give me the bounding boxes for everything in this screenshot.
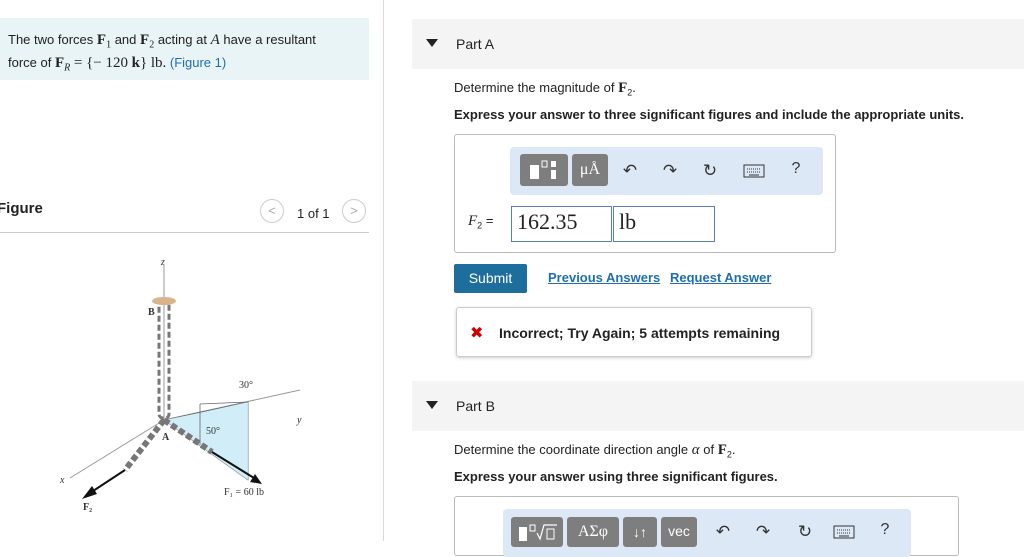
force-fr-symbol: F <box>54 54 65 71</box>
f2-label: F₂ <box>83 502 92 513</box>
question-var: F <box>618 80 628 96</box>
point-a-label: A <box>162 432 170 443</box>
chain-diagonal <box>122 418 167 472</box>
part-a-question: Determine the magnitude of F2. <box>454 80 636 98</box>
part-b-toolbar: ΑΣφ ↓↑ vec ↶ ↷ ↻ ? <box>503 509 911 557</box>
problem-text: acting at <box>157 32 207 47</box>
part-b-header[interactable]: Part B <box>412 381 1024 431</box>
part-a-label: Part A <box>456 36 495 52</box>
force-f1-symbol: F <box>96 32 107 48</box>
force-f2-arrow <box>89 469 126 494</box>
shaded-plane-light <box>164 402 248 480</box>
problem-text: and <box>114 32 137 47</box>
part-a-header[interactable]: Part A <box>412 19 1024 69</box>
input-var: F <box>468 213 478 229</box>
greek-button[interactable]: ΑΣφ <box>567 517 619 547</box>
force-f2-symbol: F <box>140 32 150 48</box>
figure-prev-button[interactable]: < <box>260 199 284 223</box>
feedback-text: Incorrect; Try Again; 5 attempts remaini… <box>499 325 781 341</box>
arrowhead-icon <box>82 486 97 499</box>
units-button[interactable]: μÅ <box>572 154 608 186</box>
angle-50-label: 50° <box>206 426 220 437</box>
error-x-icon: ✖ <box>470 325 484 342</box>
question-end: . <box>731 442 736 457</box>
part-b-answer-card: ΑΣφ ↓↑ vec ↶ ↷ ↻ ? <box>454 496 959 557</box>
angle-30-label: 30° <box>239 380 253 391</box>
equation-close: } <box>139 54 148 71</box>
alpha-symbol: α <box>691 442 700 458</box>
help-icon[interactable]: ? <box>877 521 893 539</box>
point-a-symbol: A <box>210 32 220 48</box>
subscript-button[interactable]: ↓↑ <box>623 517 657 547</box>
question-text: Determine the coordinate direction angle <box>454 442 689 457</box>
problem-text: have a resultant <box>223 32 316 47</box>
request-answer-link[interactable]: Request Answer <box>670 270 771 285</box>
magnitude-unit-input[interactable]: lb <box>613 206 715 242</box>
input-label: F2 = <box>468 213 493 231</box>
problem-text: The two forces <box>8 32 94 47</box>
part-b-instruction: Express your answer using three signific… <box>454 469 778 484</box>
ceiling-anchor <box>152 297 176 305</box>
figure-link[interactable]: (Figure 1) <box>170 55 226 70</box>
f1-label: F₁ = 60 lb <box>224 487 264 498</box>
vector-button[interactable]: vec <box>661 517 697 547</box>
part-a-answer-card: μÅ ↶ ↷ ↻ ? F2 = 162.35 lb <box>454 134 836 253</box>
undo-icon[interactable]: ↶ <box>713 522 733 542</box>
unit-label: lb. <box>150 54 167 71</box>
figure-next-button[interactable]: > <box>342 199 366 223</box>
templates-icon <box>530 160 556 179</box>
magnitude-value-input[interactable]: 162.35 <box>511 206 612 242</box>
previous-answers-link[interactable]: Previous Answers <box>548 270 660 285</box>
problem-text: force of <box>8 54 52 70</box>
question-var: F <box>717 442 727 458</box>
submit-button[interactable]: Submit <box>454 264 527 293</box>
chevron-left-icon: < <box>268 203 276 218</box>
chevron-right-icon: > <box>350 203 358 218</box>
templates-button[interactable] <box>511 517 563 547</box>
z-label: z <box>160 257 165 268</box>
keyboard-icon[interactable] <box>833 524 855 544</box>
y-label: y <box>296 415 302 426</box>
part-a-instruction: Express your answer to three significant… <box>454 107 964 122</box>
column-divider <box>383 0 384 541</box>
question-text: Determine the magnitude of <box>454 80 615 95</box>
part-a-toolbar: μÅ ↶ ↷ ↻ ? <box>510 147 823 195</box>
force-diagram: z B A y x 30° 50° F₁ = 60 lb F₂ <box>59 257 302 513</box>
templates-button[interactable] <box>520 154 568 186</box>
templates-radical-icon <box>519 524 557 541</box>
unit-vector-k: k <box>131 54 140 71</box>
figure-title: Figure <box>0 200 43 217</box>
x-axis <box>69 419 165 479</box>
point-b-label: B <box>148 307 155 318</box>
reset-icon[interactable]: ↻ <box>795 522 815 542</box>
feedback-box: ✖ Incorrect; Try Again; 5 attempts remai… <box>456 307 812 357</box>
input-subscript: 2 <box>477 220 483 231</box>
figure-page-count: 1 of 1 <box>297 206 330 221</box>
redo-icon[interactable]: ↷ <box>660 161 680 181</box>
part-b-question: Determine the coordinate direction angle… <box>454 442 736 460</box>
collapse-triangle-icon[interactable] <box>426 401 438 409</box>
input-equals: = <box>485 213 494 228</box>
undo-icon[interactable]: ↶ <box>620 161 640 181</box>
question-text: of <box>703 442 715 457</box>
force-f1-subscript: 1 <box>106 39 112 51</box>
keyboard-icon[interactable] <box>743 163 765 183</box>
help-icon[interactable]: ? <box>788 160 804 178</box>
force-fr-subscript: R <box>64 62 71 74</box>
x-label: x <box>59 475 65 486</box>
part-b-label: Part B <box>456 398 495 414</box>
force-f2-subscript: 2 <box>149 39 155 51</box>
question-end: . <box>632 80 636 95</box>
reset-icon[interactable]: ↻ <box>700 161 720 181</box>
problem-statement: The two forces F1 and F2 acting at A hav… <box>0 18 369 80</box>
resultant-equation: = {− 120 <box>73 54 129 71</box>
figure-divider <box>0 232 369 233</box>
redo-icon[interactable]: ↷ <box>753 522 773 542</box>
collapse-triangle-icon[interactable] <box>426 39 438 47</box>
